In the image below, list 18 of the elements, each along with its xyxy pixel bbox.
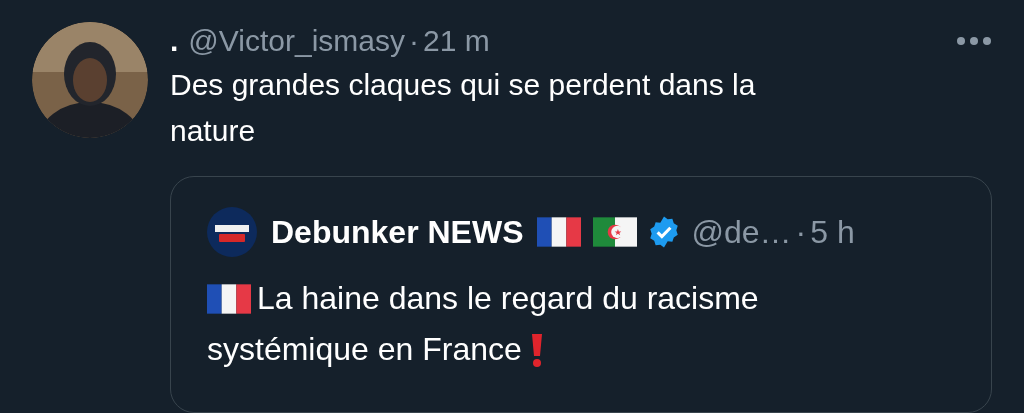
quoted-author-name: Debunker NEWS (271, 213, 524, 252)
separator: · (408, 23, 419, 59)
separator: · (795, 213, 807, 252)
quoted-tweet-card[interactable]: Debunker NEWS @de…·5 h La haine dans le regard du racisme systémique en France (170, 176, 992, 413)
timestamp: 21 m (422, 23, 490, 59)
france-flag-icon (537, 217, 582, 247)
tweet-text: Des grandes claques qui se perdent dans la nature (170, 67, 757, 149)
logo-icon (207, 207, 257, 257)
more-icon[interactable] (956, 36, 992, 46)
exclamation-icon (529, 331, 544, 368)
author-name: . (170, 23, 179, 59)
france-flag-icon (207, 283, 251, 314)
quoted-tweet-text: systémique en France (207, 330, 522, 369)
timestamp: 5 h (810, 213, 855, 252)
quoted-author-handle: @de… (691, 213, 792, 252)
algeria-flag-icon (593, 217, 638, 247)
author-handle: @Victor_ismasy (188, 23, 405, 59)
quoted-tweet-text: La haine dans le regard du racisme (257, 279, 759, 318)
